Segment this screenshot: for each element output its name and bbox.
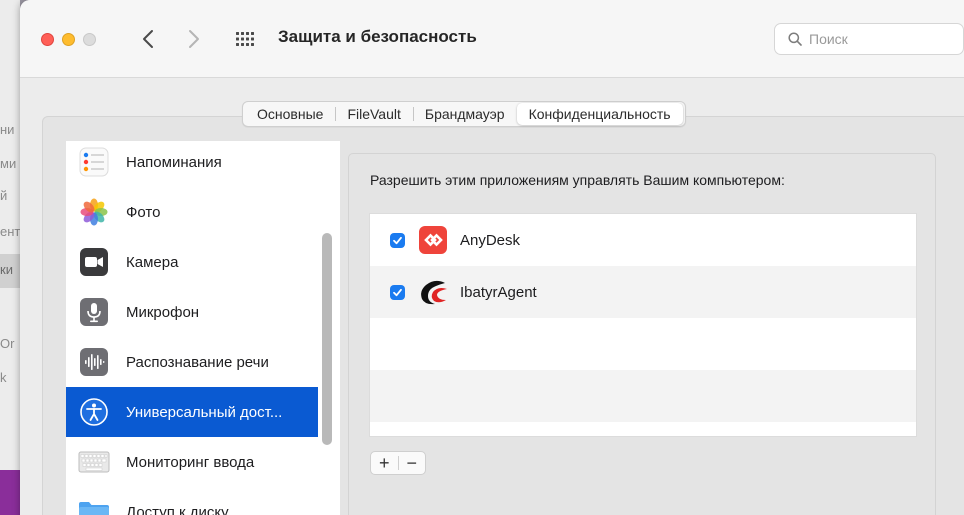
sidebar-item-input-monitoring[interactable]: Мониторинг ввода xyxy=(66,437,318,487)
chevron-left-icon xyxy=(143,30,153,48)
chevron-right-icon xyxy=(189,30,199,48)
app-list[interactable]: AnyDesk IbatyrAgent xyxy=(369,213,917,437)
zoom-window-button[interactable] xyxy=(83,33,96,46)
sidebar-item-reminders[interactable]: Напоминания xyxy=(66,141,318,187)
title-bar: Защита и безопасность xyxy=(20,0,964,78)
show-all-button[interactable] xyxy=(234,28,256,50)
anydesk-checkbox[interactable] xyxy=(390,232,405,248)
sidebar-item-photos[interactable]: Фото xyxy=(66,187,318,237)
background-text: й xyxy=(0,188,8,203)
background-text: ми xyxy=(0,156,17,171)
close-window-button[interactable] xyxy=(41,33,54,46)
app-row-anydesk[interactable]: AnyDesk xyxy=(370,214,916,266)
add-app-button[interactable]: + xyxy=(371,452,398,474)
background-text: ни xyxy=(0,122,15,137)
back-button[interactable] xyxy=(136,26,160,52)
tab-general[interactable]: Основные xyxy=(245,103,335,125)
grid-icon xyxy=(236,32,254,46)
search-input[interactable] xyxy=(809,31,949,47)
sidebar-item-label: Универсальный дост... xyxy=(126,403,283,421)
sidebar-item-label: Камера xyxy=(126,253,179,271)
ibatyragent-checkbox[interactable] xyxy=(390,284,405,300)
folder-icon xyxy=(78,496,110,515)
privacy-category-list[interactable]: Напоминания Фото Камера Микрофон Распозн… xyxy=(66,141,340,515)
sidebar-item-speech-recognition[interactable]: Распознавание речи xyxy=(66,337,318,387)
window-title: Защита и безопасность xyxy=(278,27,477,46)
add-remove-buttons: + − xyxy=(370,451,426,475)
microphone-icon xyxy=(78,296,110,328)
background-text: ки xyxy=(0,254,20,288)
checkmark-icon xyxy=(393,236,402,244)
camera-icon xyxy=(78,246,110,278)
keyboard-icon xyxy=(78,446,110,478)
sidebar-scrollbar[interactable] xyxy=(322,233,332,445)
speech-recognition-icon xyxy=(78,346,110,378)
ibatyragent-icon xyxy=(417,276,449,308)
tab-firewall[interactable]: Брандмауэр xyxy=(412,103,517,125)
app-row-ibatyragent[interactable]: IbatyrAgent xyxy=(370,266,916,318)
background-text: Or xyxy=(0,336,15,351)
reminders-icon xyxy=(78,146,110,178)
photos-icon xyxy=(78,196,110,228)
app-name: AnyDesk xyxy=(460,231,521,249)
sidebar-item-label: Напоминания xyxy=(126,153,222,171)
preferences-window: Защита и безопасность Основные FileVault… xyxy=(20,0,964,515)
search-field[interactable] xyxy=(774,23,964,55)
checkmark-icon xyxy=(393,288,402,296)
sidebar-item-label: Распознавание речи xyxy=(126,353,269,371)
search-icon xyxy=(788,32,802,46)
remove-app-button[interactable]: − xyxy=(399,452,426,474)
sidebar-item-label: Мониторинг ввода xyxy=(126,453,255,471)
tab-privacy[interactable]: Конфиденциальность xyxy=(516,103,683,125)
tab-bar: Основные FileVault Брандмауэр Конфиденци… xyxy=(242,101,686,127)
background-window-fragment: ни ми й ент ки Or k xyxy=(0,0,20,470)
accessibility-icon xyxy=(78,396,110,428)
sidebar-item-microphone[interactable]: Микрофон xyxy=(66,287,318,337)
background-text: ент xyxy=(0,224,20,239)
sidebar-item-camera[interactable]: Камера xyxy=(66,237,318,287)
app-row-empty xyxy=(370,318,916,370)
sidebar-item-label: Микрофон xyxy=(126,303,200,321)
sidebar-item-label: Доступ к диску xyxy=(126,503,229,515)
minimize-window-button[interactable] xyxy=(62,33,75,46)
anydesk-icon xyxy=(417,224,449,256)
sidebar-item-full-disk-access[interactable]: Доступ к диску xyxy=(66,487,318,515)
background-text: k xyxy=(0,370,7,385)
forward-button[interactable] xyxy=(182,26,206,52)
permissions-description: Разрешить этим приложениям управлять Ваш… xyxy=(370,172,785,188)
sidebar-item-label: Фото xyxy=(126,203,161,221)
app-name: IbatyrAgent xyxy=(460,283,537,301)
desktop-background xyxy=(0,470,20,515)
tab-filevault[interactable]: FileVault xyxy=(335,103,412,125)
sidebar-item-accessibility[interactable]: Универсальный дост... xyxy=(66,387,318,437)
app-row-empty xyxy=(370,370,916,422)
